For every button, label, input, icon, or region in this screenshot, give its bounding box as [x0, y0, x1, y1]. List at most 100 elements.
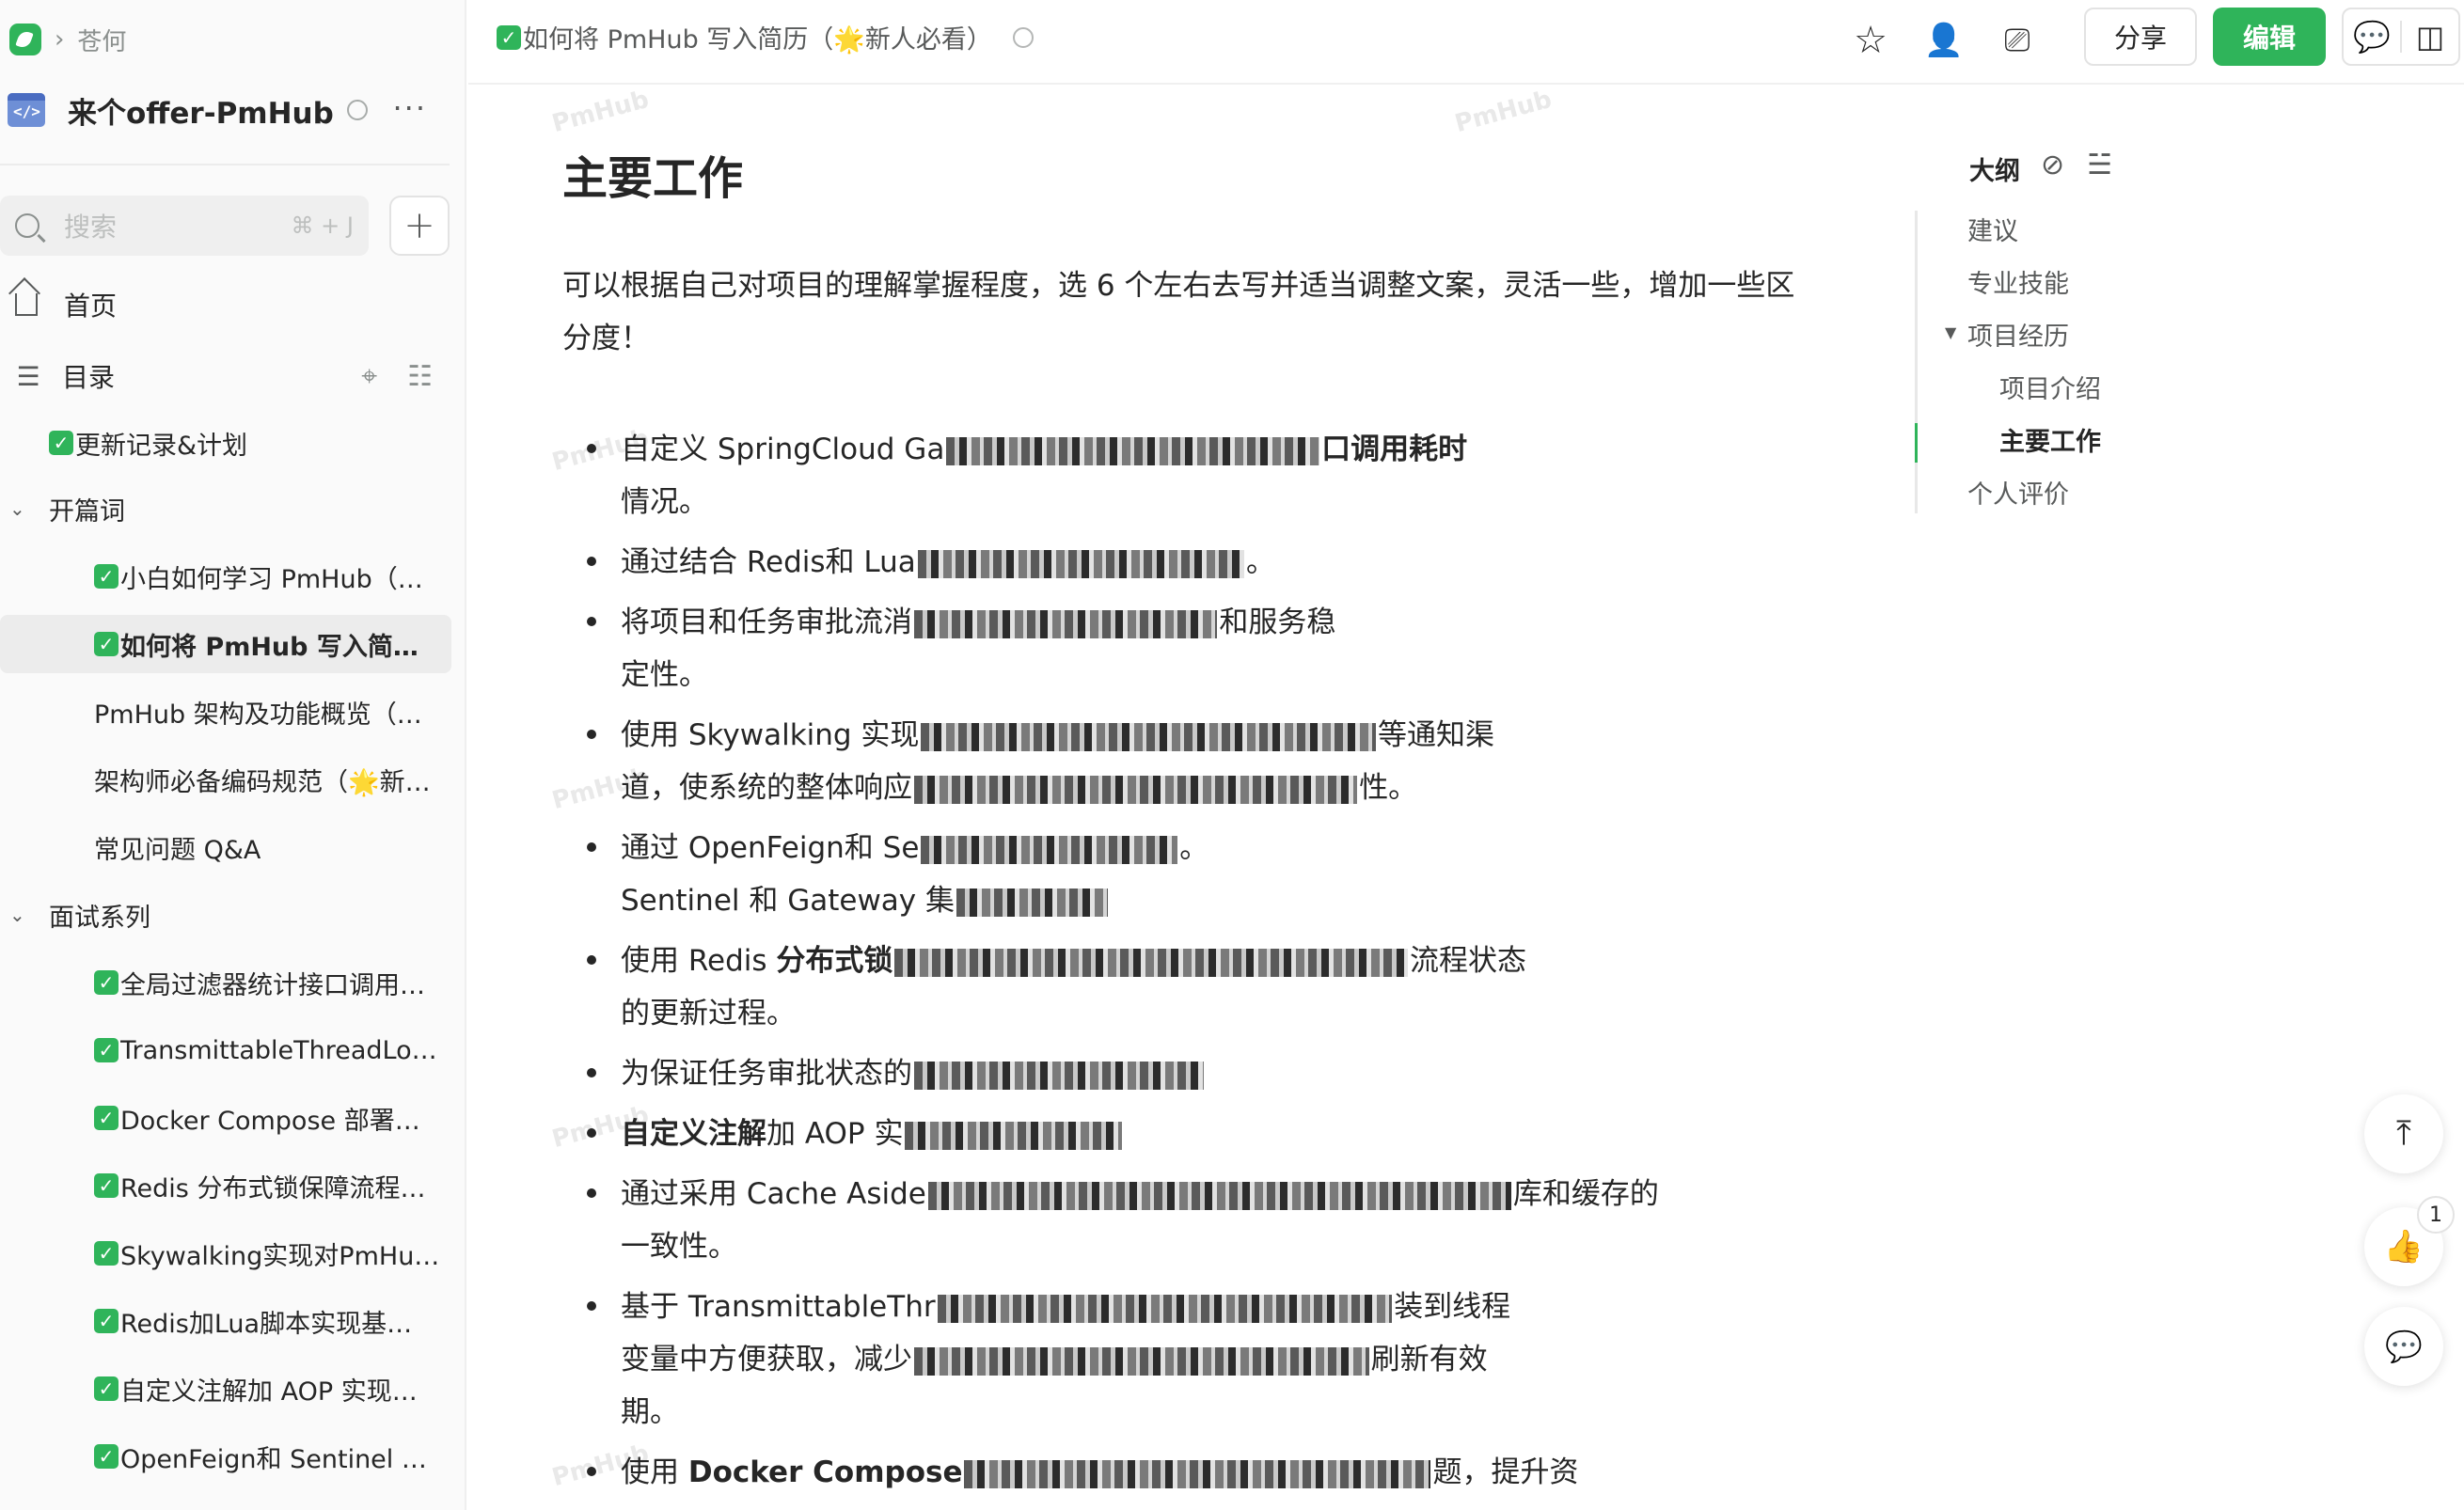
comment-button[interactable]: 💬	[2364, 1307, 2443, 1386]
tree-item[interactable]: ✓ 小白如何学习 PmHub（…	[0, 547, 451, 606]
app-logo-icon[interactable]	[9, 24, 41, 55]
search-input[interactable]: 搜索 ⌘ + J	[0, 196, 369, 256]
tree-item-label: PmHub 架构及功能概览（…	[94, 700, 422, 730]
tree-item[interactable]: 常见问题 Q&A	[0, 818, 451, 876]
star-icon[interactable]: ☆	[1847, 17, 1894, 64]
text: 通过结合 Redis和 Lua	[621, 545, 916, 579]
tree-item[interactable]: ✓ 全局过滤器统计接口调用…	[0, 953, 451, 1012]
redacted-text	[937, 1294, 1393, 1323]
text: 题，提升资	[1432, 1455, 1579, 1489]
nav-home[interactable]: 首页	[0, 278, 451, 331]
redacted-text	[927, 1181, 1511, 1210]
text: 库和缓存的	[1512, 1177, 1659, 1211]
text: 自定义 SpringCloud Ga	[621, 433, 945, 466]
book-title[interactable]: 来个offer-PmHub	[68, 89, 334, 132]
tree-item-label: 架构师必备编码规范（🌟新…	[94, 767, 431, 797]
nav-toc[interactable]: ☰ 目录 ⌖ ☷	[0, 350, 451, 402]
toc-actions: ⌖ ☷	[361, 360, 433, 393]
outline-item[interactable]: 个人评价	[1967, 474, 2069, 511]
tree-item[interactable]: ✓ Redis 分布式锁保障流程…	[0, 1156, 451, 1215]
work-list: 自定义 SpringCloud Ga 口调用耗时 情况。 通过结合 Redis和 Lu…	[562, 423, 1823, 1499]
text: Sentinel 和 Gateway 集	[621, 884, 956, 918]
collapse-all-icon[interactable]: ☷	[407, 360, 433, 393]
present-icon[interactable]: ⎚	[1994, 17, 2041, 64]
share-button[interactable]: 分享	[2084, 8, 2197, 66]
more-options-icon[interactable]: ···	[392, 90, 427, 126]
tree-item-label: 全局过滤器统计接口调用…	[120, 970, 425, 1000]
tree-item[interactable]: ✓ 如何将 PmHub 写入简…	[0, 615, 451, 673]
checkmark-icon: ✓	[497, 24, 521, 50]
tree-group[interactable]: ⌄ 开篇词	[0, 480, 451, 538]
text: 定性。	[621, 658, 708, 692]
tree-item[interactable]: ✓ Skywalking实现对PmHu…	[0, 1224, 451, 1282]
add-button[interactable]: +	[389, 196, 450, 256]
outline-list-icon[interactable]: ☱	[2087, 149, 2112, 181]
tree-item-label: 自定义注解加 AOP 实现…	[120, 1376, 418, 1407]
tree-item[interactable]: 架构师必备编码规范（🌟新…	[0, 750, 451, 809]
hide-outline-icon[interactable]: ⊘	[2041, 149, 2064, 181]
top-bar: ✓ 如何将 PmHub 写入简历（🌟新人必看） ☆ 👤 ⎚ 分享 编辑 💬 ◫	[468, 0, 2464, 85]
list-item: 通过结合 Redis和 Lua 。	[562, 536, 1841, 589]
list-item: 为保证任务审批状态的	[562, 1047, 1841, 1100]
divider	[0, 164, 450, 165]
tree-item-label: Skywalking实现对PmHu…	[120, 1241, 440, 1271]
text: 道，使系统的整体响应	[621, 771, 912, 805]
like-count: 1	[2417, 1196, 2455, 1234]
tree-item-label: 开篇词	[49, 496, 125, 527]
doc-title: 如何将 PmHub 写入简历（🌟新人必看）	[523, 25, 992, 55]
tree-item[interactable]: ✓ 更新记录&计划	[0, 414, 451, 472]
tree-item-label: Redis加Lua脚本实现基…	[120, 1309, 413, 1339]
text: 通过 OpenFeign和 Se	[621, 831, 920, 865]
tree-item[interactable]: ✓ Docker Compose 部署…	[0, 1089, 451, 1147]
tree-item[interactable]: ✓ TransmittableThreadLo…	[0, 1021, 451, 1079]
edit-button[interactable]: 编辑	[2213, 8, 2326, 66]
doc-title-tab[interactable]: ✓ 如何将 PmHub 写入简历（🌟新人必看）	[497, 19, 1034, 55]
search-icon	[15, 213, 39, 238]
intro-paragraph: 可以根据自己对项目的理解掌握程度，选 6 个左右去写并适当调整文案，灵活一些，增…	[562, 269, 1795, 355]
outline-item[interactable]: 主要工作	[1999, 421, 2101, 458]
text: 装到线程	[1394, 1290, 1511, 1324]
tree-item[interactable]: ✓ Redis加Lua脚本实现基…	[0, 1292, 451, 1350]
toc-icon: ☰	[16, 360, 40, 392]
document-body: 主要工作 可以根据自己对项目的理解掌握程度，选 6 个左右去写并适当调整文案，灵…	[562, 141, 1823, 1506]
redacted-text	[921, 835, 1178, 864]
tree-item[interactable]: PmHub 架构及功能概览（…	[0, 683, 451, 741]
tree-group[interactable]: ⌄ 面试系列	[0, 886, 451, 944]
redacted-text	[905, 1121, 1123, 1150]
add-collaborator-icon[interactable]: 👤	[1920, 17, 1967, 64]
book-header: </> 来个offer-PmHub ···	[8, 87, 450, 134]
outline-actions: ⊘ ☱	[2041, 149, 2112, 181]
outline-item[interactable]: 项目经历	[1967, 316, 2069, 353]
checkmark-icon: ✓	[94, 564, 118, 589]
bold-text: 自定义注解	[621, 1117, 766, 1151]
list-item: 基于 TransmittableThr 装到线程 变量中方便获取，减少 刷新有效 期。	[562, 1281, 1841, 1439]
text: 口调用耗时	[1321, 433, 1468, 466]
tree-item-label: 小白如何学习 PmHub（…	[120, 564, 423, 594]
back-to-top-button[interactable]: ⤒	[2364, 1094, 2443, 1173]
redacted-text	[914, 1061, 1204, 1090]
outline-item[interactable]: 项目介绍	[1999, 369, 2101, 405]
checkmark-icon: ✓	[94, 1444, 118, 1469]
breadcrumb-space[interactable]: 苍何	[77, 23, 126, 57]
chevron-down-icon[interactable]: ⌄	[9, 497, 32, 520]
tree-item[interactable]: ✓ 自定义注解加 AOP 实现…	[0, 1360, 451, 1418]
comment-icon[interactable]: 💬	[2344, 9, 2400, 64]
book-icon: </>	[8, 93, 45, 127]
tree-item-label: OpenFeign和 Sentinel …	[120, 1444, 427, 1474]
text: 期。	[621, 1395, 679, 1429]
redacted-text	[946, 436, 1320, 465]
text: 为保证任务审批状态的	[621, 1057, 912, 1091]
checkmark-icon: ✓	[94, 1309, 118, 1333]
checkmark-icon: ✓	[94, 1173, 118, 1198]
locate-icon[interactable]: ⌖	[361, 360, 377, 393]
chevron-down-icon[interactable]: ⌄	[9, 904, 32, 926]
text: 将项目和任务审批流消	[621, 606, 912, 639]
expand-icon[interactable]: ▼	[1945, 323, 1956, 341]
outline-item[interactable]: 建议	[1967, 211, 2018, 247]
tree-item[interactable]: ✓ OpenFeign和 Sentinel …	[0, 1427, 451, 1486]
outline-item[interactable]: 专业技能	[1967, 263, 2069, 300]
watermark: PmHub	[1451, 85, 1556, 139]
sidebar-toggle-icon[interactable]: ◫	[2402, 9, 2458, 64]
tree-item-label: 如何将 PmHub 写入简…	[120, 632, 419, 662]
text: 使用 Skywalking 实现	[621, 718, 920, 752]
